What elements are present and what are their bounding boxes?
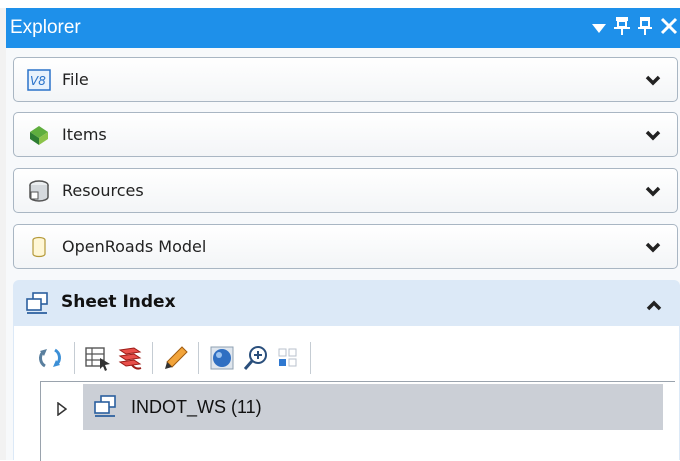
stack-icon[interactable] xyxy=(116,344,144,372)
section-label: Items xyxy=(62,125,107,144)
grid-icon[interactable] xyxy=(274,344,302,372)
top-gap xyxy=(0,0,680,8)
chevron-down-icon[interactable] xyxy=(645,73,661,87)
toolbar-separator xyxy=(198,342,199,374)
globe-icon[interactable] xyxy=(208,344,236,372)
section-label: Resources xyxy=(62,181,144,200)
sheet-properties-icon[interactable] xyxy=(84,344,112,372)
window-controls xyxy=(584,13,678,43)
chevron-down-icon[interactable] xyxy=(645,240,661,254)
tree-item[interactable]: INDOT_WS (11) xyxy=(83,384,663,430)
dropdown-icon[interactable] xyxy=(592,19,606,38)
sheet-index-body: INDOT_WS (11) xyxy=(13,326,680,461)
chevron-up-icon[interactable] xyxy=(646,296,662,311)
toolbar-separator xyxy=(74,342,75,374)
expand-arrow-icon[interactable] xyxy=(57,401,68,417)
items-icon xyxy=(27,123,51,147)
refresh-icon[interactable] xyxy=(36,344,64,372)
edit-icon[interactable] xyxy=(162,344,190,372)
section-label: Sheet Index xyxy=(61,292,176,312)
openroads-model-icon xyxy=(27,235,51,259)
section-label: OpenRoads Model xyxy=(62,237,207,256)
tree-item-label: INDOT_WS (11) xyxy=(131,397,262,417)
svg-text:V8: V8 xyxy=(30,74,46,88)
chevron-down-icon[interactable] xyxy=(645,184,661,198)
resources-icon xyxy=(27,179,51,203)
toolbar-separator xyxy=(310,342,311,374)
close-icon[interactable] xyxy=(660,17,678,39)
sheet-index-icon xyxy=(25,291,49,315)
section-file[interactable]: V8 File xyxy=(13,57,678,102)
window-title: Explorer xyxy=(10,17,81,38)
pin-icon[interactable] xyxy=(614,16,630,40)
section-sheet-index[interactable]: Sheet Index xyxy=(13,280,680,326)
chevron-down-icon[interactable] xyxy=(645,128,661,142)
sheet-index-toolbar xyxy=(36,334,396,378)
toolbar-separator xyxy=(152,342,153,374)
zoom-icon[interactable] xyxy=(242,344,270,372)
section-resources[interactable]: Resources xyxy=(13,168,678,213)
v8-file-icon: V8 xyxy=(27,68,51,92)
section-label: File xyxy=(62,70,89,89)
pin-icon[interactable] xyxy=(638,16,652,40)
sheet-index-tree: INDOT_WS (11) xyxy=(40,381,675,461)
title-bar: Explorer xyxy=(6,8,680,48)
section-openroads-model[interactable]: OpenRoads Model xyxy=(13,224,678,269)
sheet-index-icon xyxy=(93,394,117,418)
explorer-panel: Explorer V8 File Items Resources OpenRoa… xyxy=(6,8,680,461)
section-items[interactable]: Items xyxy=(13,112,678,157)
